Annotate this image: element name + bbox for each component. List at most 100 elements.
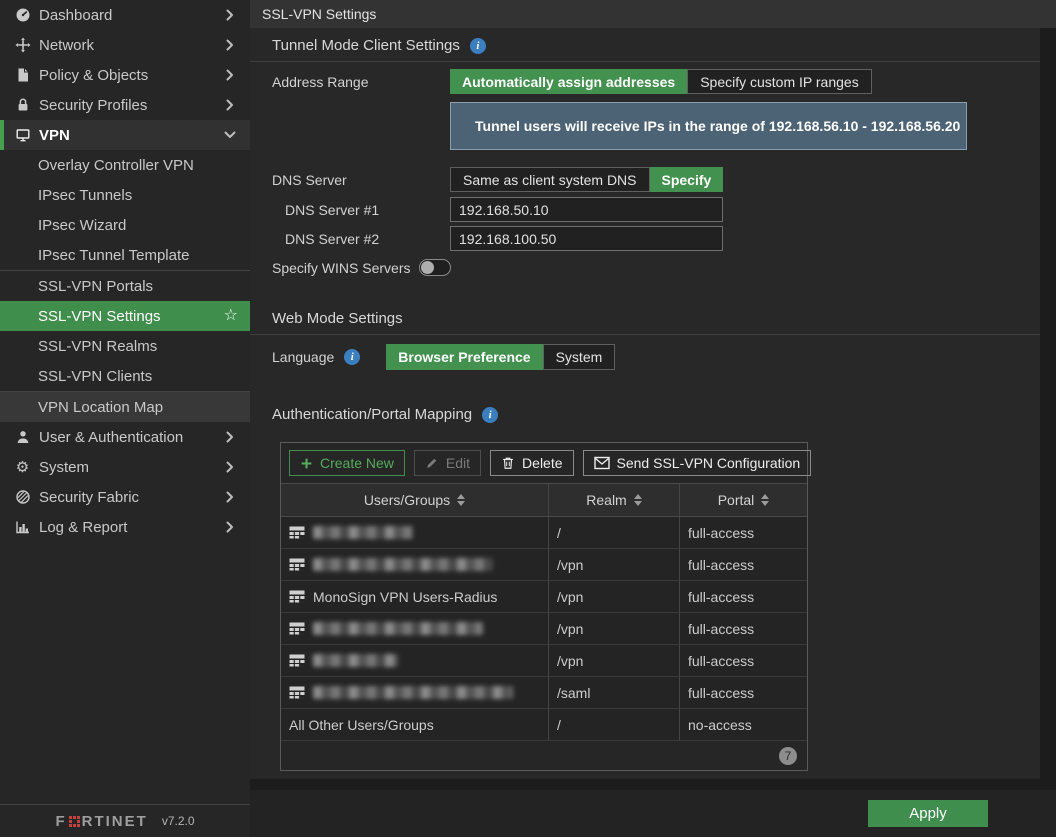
user-group-icon [289, 558, 305, 571]
logo-letters: RTINET [82, 813, 148, 830]
dns-specify-button[interactable]: Specify [650, 167, 724, 192]
cell-portal: no-access [680, 709, 807, 740]
edit-button[interactable]: Edit [414, 450, 481, 476]
chevron-down-icon [222, 127, 238, 143]
info-icon[interactable]: i [344, 349, 360, 365]
lock-icon [14, 97, 31, 113]
send-configuration-label: Send SSL-VPN Configuration [617, 455, 801, 471]
delete-button[interactable]: Delete [490, 450, 573, 476]
auto-assign-addresses-button[interactable]: Automatically assign addresses [450, 69, 687, 94]
sidebar-item-label: Dashboard [39, 7, 222, 24]
bar-chart-icon [14, 519, 31, 535]
sidebar-item-ssl-vpn-clients[interactable]: SSL-VPN Clients [0, 361, 250, 391]
cell-portal: full-access [680, 517, 807, 548]
wins-servers-row: Specify WINS Servers [272, 259, 1040, 276]
favorite-star-icon[interactable]: ☆ [224, 308, 238, 324]
pencil-icon [425, 456, 439, 470]
user-group-icon [289, 526, 305, 539]
language-label: Language [272, 349, 334, 365]
toggle-knob [421, 261, 434, 274]
sidebar-item-label: SSL-VPN Realms [38, 338, 157, 355]
table-toolbar: Create New Edit Delete Send SSL-VPN Conf… [281, 443, 807, 483]
sidebar-item-ssl-vpn-realms[interactable]: SSL-VPN Realms [0, 331, 250, 361]
plus-icon [300, 457, 313, 470]
table-row[interactable]: /saml full-access [281, 677, 807, 709]
sidebar-item-label: IPsec Tunnels [38, 187, 132, 204]
sidebar-item-network[interactable]: Network [0, 30, 250, 60]
section-title: Web Mode Settings [272, 310, 403, 327]
column-header-realm[interactable]: Realm [549, 484, 680, 516]
table-row[interactable]: /vpn full-access [281, 549, 807, 581]
monitor-icon [14, 127, 31, 143]
specify-custom-ip-ranges-button[interactable]: Specify custom IP ranges [687, 69, 871, 94]
sidebar-item-ipsec-wizard[interactable]: IPsec Wizard [0, 210, 250, 240]
browser-preference-button[interactable]: Browser Preference [386, 344, 542, 370]
dns-server-1-input[interactable] [450, 197, 723, 222]
info-icon[interactable]: i [482, 407, 498, 423]
send-ssl-vpn-configuration-button[interactable]: Send SSL-VPN Configuration [583, 450, 812, 476]
sidebar-item-label: Log & Report [39, 519, 222, 536]
chevron-right-icon [222, 459, 238, 475]
address-range-segmented: Automatically assign addresses Specify c… [450, 69, 872, 94]
cell-portal: full-access [680, 549, 807, 580]
table-row[interactable]: /vpn full-access [281, 613, 807, 645]
sidebar-item-label: System [39, 459, 222, 476]
column-header-users-groups[interactable]: Users/Groups [281, 484, 549, 516]
table-footer: 7 [281, 741, 807, 770]
cell-users-groups [281, 645, 549, 676]
page-title: SSL-VPN Settings [262, 6, 376, 22]
sidebar-item-security-profiles[interactable]: Security Profiles [0, 90, 250, 120]
sidebar-item-vpn[interactable]: VPN [0, 120, 250, 150]
dns-server-2-label: DNS Server #2 [272, 231, 450, 247]
wins-servers-label: Specify WINS Servers [272, 260, 410, 276]
create-new-button[interactable]: Create New [289, 450, 405, 476]
sidebar-item-ssl-vpn-settings[interactable]: SSL-VPN Settings ☆ [0, 301, 250, 331]
fortinet-logo: F RTINET [55, 813, 147, 830]
sidebar-item-label: VPN Location Map [38, 399, 163, 416]
table-row[interactable]: All Other Users/Groups / no-access [281, 709, 807, 741]
table-row[interactable]: / full-access [281, 517, 807, 549]
cell-portal: full-access [680, 613, 807, 644]
apply-button[interactable]: Apply [868, 800, 988, 827]
language-row: Language i Browser Preference System [272, 344, 1040, 370]
sidebar-item-ipsec-tunnels[interactable]: IPsec Tunnels [0, 180, 250, 210]
sidebar-item-system[interactable]: ⚙ System [0, 452, 250, 482]
sidebar-item-ipsec-tunnel-template[interactable]: IPsec Tunnel Template [0, 240, 250, 270]
cell-realm: /vpn [549, 613, 680, 644]
sidebar: Dashboard Network Policy & Objects Secur… [0, 0, 250, 837]
sidebar-item-overlay-controller-vpn[interactable]: Overlay Controller VPN [0, 150, 250, 180]
wins-servers-toggle[interactable] [419, 259, 451, 276]
address-range-label: Address Range [272, 74, 450, 90]
dns-server-segmented: Same as client system DNS Specify [450, 167, 723, 192]
address-range-row: Address Range Automatically assign addre… [272, 69, 1040, 94]
redacted-text [313, 558, 493, 571]
sidebar-item-label: Security Fabric [39, 489, 222, 506]
section-web-mode-header: Web Mode Settings [250, 301, 1040, 335]
sidebar-item-user-authentication[interactable]: User & Authentication [0, 422, 250, 452]
sidebar-item-vpn-location-map[interactable]: VPN Location Map [0, 392, 250, 422]
sidebar-item-policy-objects[interactable]: Policy & Objects [0, 60, 250, 90]
page-titlebar: SSL-VPN Settings [250, 0, 1056, 28]
edit-label: Edit [446, 455, 470, 471]
chevron-right-icon [222, 7, 238, 23]
security-fabric-icon [14, 489, 31, 505]
cell-users-groups [281, 677, 549, 708]
document-icon [14, 67, 31, 83]
info-icon[interactable]: i [470, 38, 486, 54]
language-system-button[interactable]: System [543, 344, 616, 370]
sort-icon [761, 494, 769, 506]
cell-realm: /vpn [549, 581, 680, 612]
cell-realm: / [549, 517, 680, 548]
sidebar-item-ssl-vpn-portals[interactable]: SSL-VPN Portals [0, 271, 250, 301]
sidebar-item-dashboard[interactable]: Dashboard [0, 0, 250, 30]
redacted-text [313, 526, 413, 539]
table-row[interactable]: MonoSign VPN Users-Radius /vpn full-acce… [281, 581, 807, 613]
chevron-right-icon [222, 97, 238, 113]
sidebar-item-log-report[interactable]: Log & Report [0, 512, 250, 542]
column-header-portal[interactable]: Portal [680, 484, 807, 516]
dns-same-as-client-button[interactable]: Same as client system DNS [450, 167, 650, 192]
sidebar-item-security-fabric[interactable]: Security Fabric [0, 482, 250, 512]
dns-server-2-input[interactable] [450, 226, 723, 251]
table-row[interactable]: /vpn full-access [281, 645, 807, 677]
envelope-icon [594, 456, 610, 470]
